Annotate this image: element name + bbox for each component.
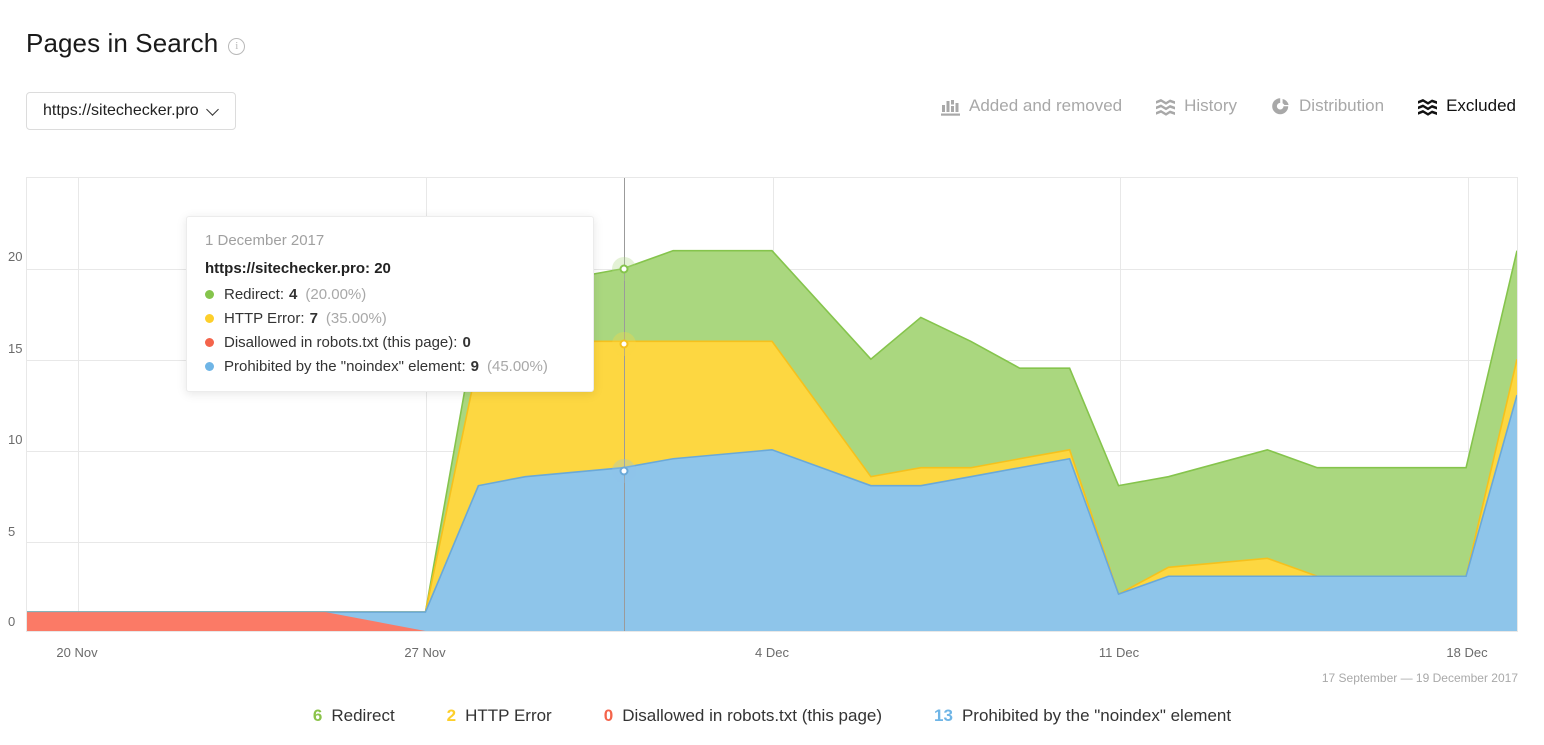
donut-chart-icon — [1271, 97, 1290, 116]
tooltip-row-label: Prohibited by the "noindex" element: — [224, 358, 466, 375]
tooltip-total-label: https://sitechecker.pro: — [205, 260, 371, 277]
tab-label: Distribution — [1299, 96, 1385, 115]
tooltip-row-label: HTTP Error: — [224, 310, 305, 327]
tooltip-row-pct: (35.00%) — [325, 310, 387, 327]
tab-label: Added and removed — [969, 96, 1123, 115]
bullet-icon — [205, 362, 214, 371]
legend-label: Redirect — [331, 706, 395, 725]
tooltip-row-value: 9 — [470, 358, 479, 375]
tooltip-row-value: 7 — [309, 310, 318, 327]
legend-item-noindex[interactable]: 13 Prohibited by the "noindex" element — [934, 706, 1231, 726]
tooltip-row-label: Redirect: — [224, 286, 285, 303]
pages-in-search-panel: Pages in Search i https://sitechecker.pr… — [0, 0, 1544, 745]
y-tick-0: 0 — [8, 614, 16, 629]
tooltip-row-noindex: Prohibited by the "noindex" element: 9 (… — [205, 358, 575, 375]
x-tick-4-dec: 4 Dec — [755, 645, 789, 660]
y-tick-15: 15 — [8, 341, 23, 356]
chart-tooltip: 1 December 2017 https://sitechecker.pro:… — [186, 216, 594, 392]
chart-date-range: 17 September — 19 December 2017 — [1321, 671, 1518, 685]
legend-item-redirect[interactable]: 6 Redirect — [313, 706, 395, 726]
y-tick-20: 20 — [8, 249, 23, 264]
bullet-icon — [205, 290, 214, 299]
legend-count: 0 — [603, 706, 614, 725]
page-title: Pages in Search — [26, 28, 219, 58]
x-tick-18-dec: 18 Dec — [1446, 645, 1488, 660]
tooltip-date: 1 December 2017 — [205, 232, 325, 249]
legend-label: Disallowed in robots.txt (this page) — [622, 706, 883, 725]
layers-wave-icon — [1418, 97, 1438, 116]
tooltip-row-label: Disallowed in robots.txt (this page): — [224, 334, 458, 351]
bullet-icon — [205, 314, 214, 323]
legend-label: Prohibited by the "noindex" element — [961, 706, 1232, 725]
tab-excluded[interactable]: Excluded — [1418, 96, 1516, 116]
tab-distribution[interactable]: Distribution — [1271, 96, 1384, 116]
tab-label: Excluded — [1446, 96, 1516, 115]
legend-count: 6 — [312, 706, 323, 725]
tooltip-row-redirect: Redirect: 4 (20.00%) — [205, 286, 575, 303]
bullet-icon — [205, 338, 214, 347]
x-tick-27-nov: 27 Nov — [404, 645, 446, 660]
tooltip-row-pct: (20.00%) — [305, 286, 367, 303]
view-mode-toolbar: Added and removed History Distribution E… — [941, 96, 1516, 116]
y-tick-5: 5 — [8, 524, 16, 539]
legend-count: 2 — [446, 706, 457, 725]
tooltip-row-value: 0 — [462, 334, 471, 351]
tab-label: History — [1184, 96, 1238, 115]
legend-label: HTTP Error — [465, 706, 552, 725]
x-tick-20-nov: 20 Nov — [56, 645, 98, 660]
hover-indicator-line — [624, 178, 625, 631]
layers-wave-icon — [1156, 97, 1176, 116]
tooltip-total-value: 20 — [374, 260, 391, 277]
x-tick-11-dec: 11 Dec — [1098, 645, 1140, 660]
header: Pages in Search i — [26, 28, 246, 59]
tooltip-total: https://sitechecker.pro: 20 — [205, 260, 575, 277]
bar-chart-icon — [941, 97, 960, 116]
tooltip-row-pct: (45.00%) — [486, 358, 548, 375]
legend-count: 13 — [934, 706, 953, 725]
tooltip-row-disallowed: Disallowed in robots.txt (this page): 0 — [205, 334, 575, 351]
tooltip-row-value: 4 — [289, 286, 298, 303]
tooltip-row-http-error: HTTP Error: 7 (35.00%) — [205, 310, 575, 327]
legend-item-http-error[interactable]: 2 HTTP Error — [447, 706, 552, 726]
site-selector-dropdown[interactable]: https://sitechecker.pro — [26, 92, 236, 130]
y-tick-10: 10 — [8, 432, 23, 447]
chevron-down-icon — [208, 104, 219, 115]
tab-history[interactable]: History — [1156, 96, 1237, 116]
tab-added-and-removed[interactable]: Added and removed — [941, 96, 1122, 116]
site-selector-value: https://sitechecker.pro — [43, 102, 199, 119]
legend-item-disallowed[interactable]: 0 Disallowed in robots.txt (this page) — [604, 706, 882, 726]
info-icon[interactable]: i — [228, 38, 246, 55]
chart-legend: 6 Redirect 2 HTTP Error 0 Disallowed in … — [0, 706, 1544, 726]
